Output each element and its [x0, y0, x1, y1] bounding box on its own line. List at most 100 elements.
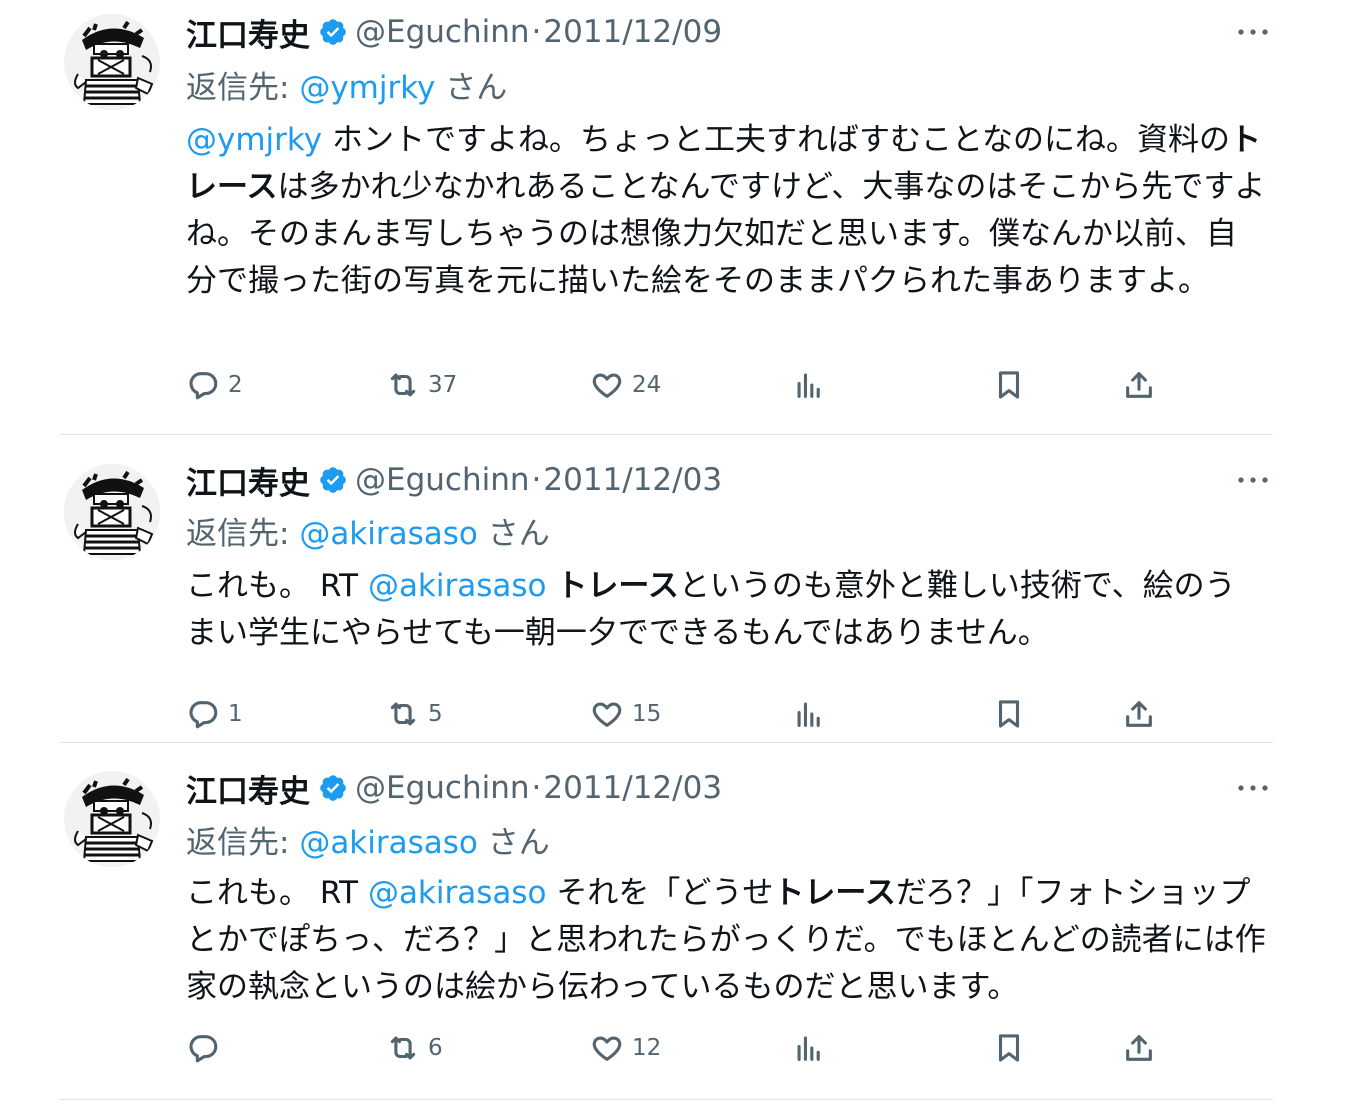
views-icon — [797, 373, 820, 398]
bookmark-icon — [998, 700, 1020, 728]
like-count: 15 — [632, 701, 662, 727]
mention-link[interactable]: @akirasaso — [368, 568, 547, 604]
share-button[interactable] — [1122, 1028, 1156, 1068]
reply-to-line: 返信先: @akirasaso さん — [186, 817, 550, 862]
retweet-count: 37 — [428, 372, 458, 398]
like-button[interactable]: 12 — [590, 1028, 661, 1068]
action-bar: 6 12 — [186, 1028, 1186, 1068]
highlighted-term: トレース — [556, 568, 679, 604]
tweet[interactable]: 江口寿史 @Eguchinn · 2011/12/09 返信先: @ymjrky… — [60, 0, 1273, 434]
tweet-header: 江口寿史 @Eguchinn · 2011/12/03 — [186, 766, 722, 811]
like-button[interactable]: 24 — [590, 365, 661, 405]
retweet-icon — [390, 1036, 416, 1060]
reply-to-label: 返信先: — [186, 825, 300, 861]
reply-icon — [189, 372, 218, 400]
highlighted-term: トレース — [773, 875, 896, 911]
like-count: 12 — [632, 1035, 662, 1061]
reply-button[interactable] — [186, 1028, 228, 1068]
share-icon — [1126, 701, 1152, 727]
text-segment: ホントですよね。ちょっと工夫すればすむことなのにね。資料の — [322, 122, 1231, 158]
tweet-text: @ymjrky ホントですよね。ちょっと工夫すればすむことなのにね。資料のトレー… — [186, 117, 1266, 305]
tweet-text: これも。 RT @akirasaso トレースというのも意外と難しい技術で、絵の… — [186, 563, 1266, 657]
reply-to-handle[interactable]: @ymjrky — [299, 70, 435, 106]
display-name[interactable]: 江口寿史 — [186, 766, 310, 811]
tweet[interactable]: 江口寿史 @Eguchinn · 2011/12/03 返信先: @akiras… — [60, 743, 1273, 1099]
reply-to-suffix: さん — [435, 70, 508, 106]
display-name[interactable]: 江口寿史 — [186, 458, 310, 503]
retweet-button[interactable]: 5 — [386, 694, 443, 734]
reply-icon — [189, 701, 218, 729]
tweet-header: 江口寿史 @Eguchinn · 2011/12/03 — [186, 458, 722, 503]
views-button[interactable] — [792, 694, 826, 734]
share-icon — [1126, 372, 1152, 398]
tweet-header: 江口寿史 @Eguchinn · 2011/12/09 — [186, 10, 722, 55]
reply-to-suffix: さん — [477, 825, 550, 861]
bookmark-button[interactable] — [992, 694, 1026, 734]
views-button[interactable] — [792, 365, 826, 405]
verified-badge-icon — [320, 19, 346, 45]
reply-to-label: 返信先: — [186, 516, 300, 552]
share-button[interactable] — [1122, 365, 1156, 405]
avatar[interactable] — [64, 771, 160, 867]
share-button[interactable] — [1122, 694, 1156, 734]
avatar[interactable] — [64, 464, 160, 560]
views-button[interactable] — [792, 1028, 826, 1068]
retweet-button[interactable]: 6 — [386, 1028, 443, 1068]
heart-icon — [592, 373, 622, 398]
reply-button[interactable]: 2 — [186, 365, 243, 405]
views-icon — [797, 702, 820, 727]
retweet-icon — [390, 702, 416, 726]
user-handle[interactable]: @Eguchinn — [355, 770, 530, 806]
like-button[interactable]: 15 — [590, 694, 661, 734]
tweet-date[interactable]: 2011/12/03 — [543, 770, 722, 806]
views-icon — [797, 1036, 820, 1061]
bookmark-button[interactable] — [992, 365, 1026, 405]
avatar-illustration-icon — [64, 14, 160, 110]
avatar-illustration-icon — [64, 464, 160, 560]
avatar[interactable] — [64, 14, 160, 110]
separator-dot: · — [531, 462, 542, 498]
action-bar: 1 5 15 — [186, 694, 1186, 734]
bookmark-icon — [998, 371, 1020, 399]
more-icon — [1238, 785, 1268, 791]
retweet-button[interactable]: 37 — [386, 365, 457, 405]
retweet-count: 6 — [428, 1035, 443, 1061]
text-segment: これも。 RT — [186, 875, 368, 911]
action-bar: 2 37 24 — [186, 365, 1186, 405]
text-segment: これも。 RT — [186, 568, 368, 604]
tweet[interactable]: 江口寿史 @Eguchinn · 2011/12/03 返信先: @akiras… — [60, 435, 1273, 742]
share-icon — [1126, 1035, 1152, 1061]
reply-to-line: 返信先: @akirasaso さん — [186, 508, 550, 553]
more-button[interactable] — [1233, 22, 1273, 42]
heart-icon — [592, 1036, 622, 1061]
more-button[interactable] — [1233, 470, 1273, 490]
retweet-count: 5 — [428, 701, 443, 727]
more-icon — [1238, 29, 1268, 35]
mention-link[interactable]: @ymjrky — [186, 122, 322, 158]
user-handle[interactable]: @Eguchinn — [355, 462, 530, 498]
reply-count: 2 — [228, 372, 243, 398]
avatar-illustration-icon — [64, 771, 160, 867]
reply-icon — [189, 1035, 218, 1063]
more-icon — [1238, 477, 1268, 483]
reply-to-handle[interactable]: @akirasaso — [299, 516, 478, 552]
more-button[interactable] — [1233, 778, 1273, 798]
reply-button[interactable]: 1 — [186, 694, 243, 734]
user-handle[interactable]: @Eguchinn — [355, 14, 530, 50]
divider — [60, 1099, 1273, 1100]
text-segment: それを「どうせ — [546, 875, 774, 911]
text-segment — [547, 568, 557, 604]
reply-to-suffix: さん — [477, 516, 550, 552]
text-segment: は多かれ少なかれあることなんですけど、大事なのはそこから先ですよね。そのまんま写… — [186, 169, 1266, 299]
reply-to-handle[interactable]: @akirasaso — [299, 825, 478, 861]
mention-link[interactable]: @akirasaso — [368, 875, 547, 911]
bookmark-button[interactable] — [992, 1028, 1026, 1068]
tweet-date[interactable]: 2011/12/09 — [543, 14, 722, 50]
bookmark-icon — [998, 1034, 1020, 1062]
like-count: 24 — [632, 372, 662, 398]
tweet-date[interactable]: 2011/12/03 — [543, 462, 722, 498]
separator-dot: · — [531, 770, 542, 806]
verified-badge-icon — [320, 775, 346, 801]
display-name[interactable]: 江口寿史 — [186, 10, 310, 55]
verified-badge-icon — [320, 467, 346, 493]
